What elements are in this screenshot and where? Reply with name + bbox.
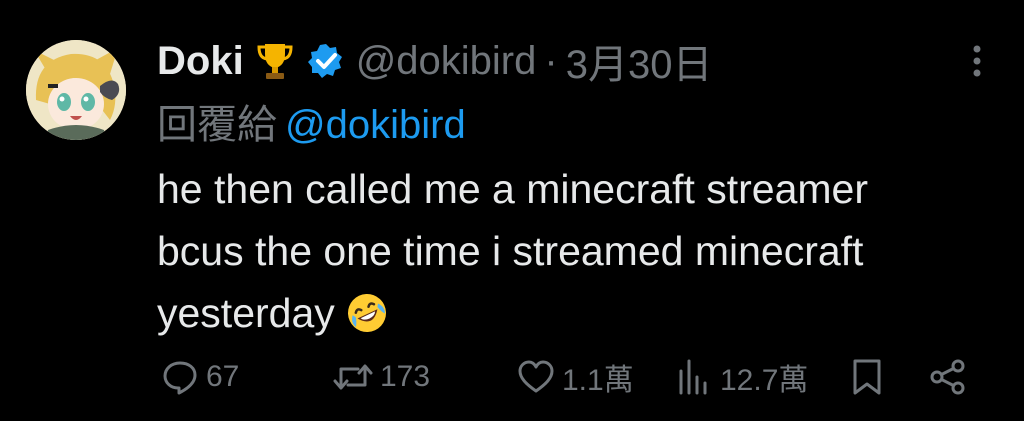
author-display-name[interactable]: Doki [157,39,244,84]
heart-icon [518,360,554,393]
reply-button[interactable]: 67 [160,352,239,402]
share-icon [930,359,965,395]
tweet-text-line: he then called me a minecraft streamer [157,166,868,212]
bookmark-button[interactable] [850,352,884,402]
like-count: 1.1萬 [562,364,634,397]
tweet-date[interactable]: 3月30日 [566,32,713,90]
verified-badge-icon [307,43,344,79]
trophy-icon [256,41,294,81]
more-options-icon[interactable] [972,44,982,78]
bookmark-icon [853,359,881,395]
tweet-action-bar: 67 173 1.1萬 12.7萬 [160,352,980,402]
tweet-text-line-content: yesterday [157,290,335,336]
tweet-header: Doki @dokibird · 3月30日 [157,34,712,88]
reply-count: 67 [206,360,240,393]
share-button[interactable] [928,352,968,402]
retweet-count: 173 [380,360,431,393]
retweet-icon [333,364,373,390]
like-button[interactable]: 1.1萬 [516,352,634,402]
tweet-text-line-last: yesterday [157,282,987,344]
tweet-text-line: bcus the one time i streamed minecraft [157,228,864,274]
view-count: 12.7萬 [720,364,809,397]
tweet-text: he then called me a minecraft streamer b… [157,158,987,344]
views-icon [679,359,707,395]
reply-mention-link[interactable]: @dokibird [285,103,466,147]
reply-context: 回覆給 @dokibird [157,92,466,150]
rolling-on-floor-laughing-emoji [345,290,389,334]
retweet-button[interactable]: 173 [332,352,430,402]
views-button[interactable]: 12.7萬 [674,352,808,402]
avatar-image [26,40,126,140]
reply-prefix: 回覆給 [157,103,277,147]
reply-icon [163,361,197,395]
author-handle[interactable]: @dokibird [356,39,537,84]
avatar[interactable] [26,40,126,140]
header-separator: · [544,38,558,83]
